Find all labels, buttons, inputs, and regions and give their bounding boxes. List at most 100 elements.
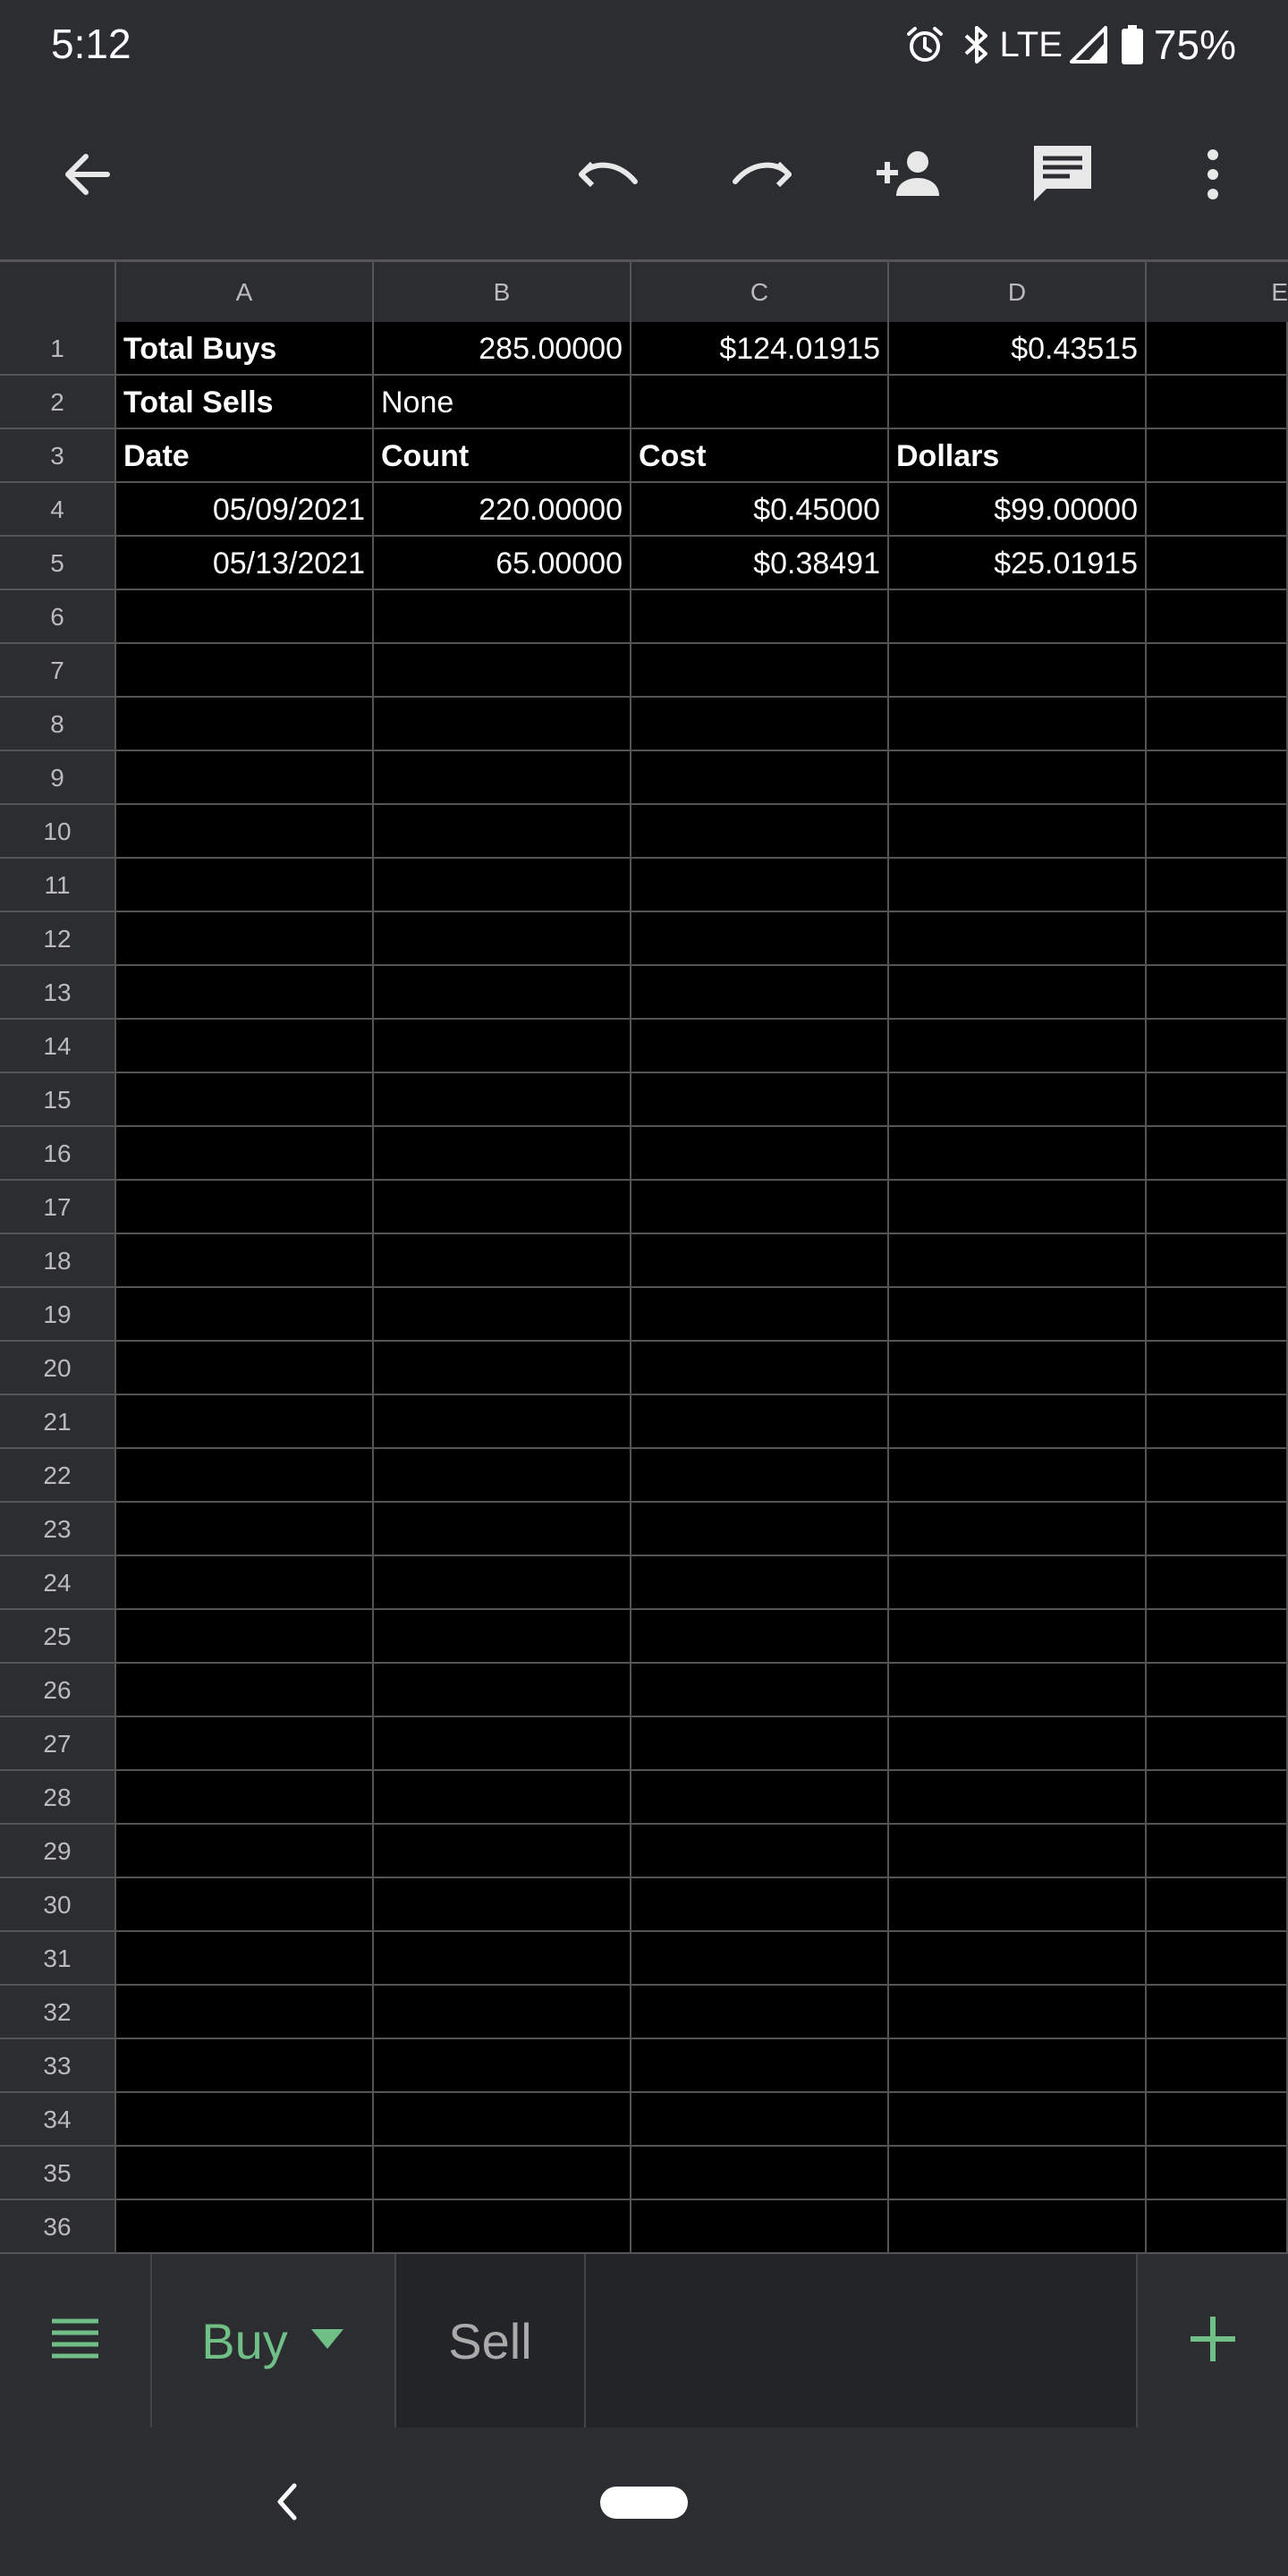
cell[interactable] <box>631 1449 889 1503</box>
cell[interactable] <box>374 1932 631 1986</box>
row-header[interactable]: 3 <box>0 429 116 483</box>
cell-c5[interactable]: $0.38491 <box>631 537 889 590</box>
cell-c2[interactable] <box>631 376 889 429</box>
sheet-tab-sell[interactable]: Sell <box>396 2254 586 2428</box>
cell[interactable] <box>116 912 374 966</box>
cell[interactable] <box>116 805 374 859</box>
undo-icon[interactable] <box>565 130 655 219</box>
cell[interactable] <box>889 1503 1147 1556</box>
cell[interactable] <box>374 698 631 751</box>
cell[interactable] <box>631 1825 889 1878</box>
cell[interactable] <box>374 1825 631 1878</box>
cell[interactable] <box>631 1073 889 1127</box>
cell[interactable] <box>631 1717 889 1771</box>
cell[interactable] <box>116 1878 374 1932</box>
cell-b4[interactable]: 220.00000 <box>374 483 631 537</box>
cell[interactable] <box>116 1771 374 1825</box>
row-header[interactable]: 32 <box>0 1986 116 2039</box>
add-sheet-button[interactable] <box>1138 2254 1288 2428</box>
row-header[interactable]: 26 <box>0 1664 116 1717</box>
cell[interactable] <box>1147 805 1288 859</box>
row-header[interactable]: 1 <box>0 322 116 376</box>
row-header[interactable]: 19 <box>0 1288 116 1342</box>
cell[interactable] <box>889 1181 1147 1234</box>
cell-c4[interactable]: $0.45000 <box>631 483 889 537</box>
cell[interactable] <box>374 1234 631 1288</box>
cell[interactable] <box>889 1771 1147 1825</box>
row-header[interactable]: 13 <box>0 966 116 1020</box>
cell[interactable] <box>1147 2039 1288 2093</box>
cell[interactable] <box>1147 1664 1288 1717</box>
column-header-b[interactable]: B <box>374 262 631 322</box>
cell[interactable] <box>889 1449 1147 1503</box>
cell[interactable] <box>1147 859 1288 912</box>
cell[interactable] <box>116 1127 374 1181</box>
cell[interactable] <box>374 2039 631 2093</box>
cell-b3[interactable]: Count <box>374 429 631 483</box>
add-person-icon[interactable] <box>866 130 955 219</box>
cell[interactable] <box>374 1771 631 1825</box>
cell[interactable] <box>374 1610 631 1664</box>
cell-e3[interactable] <box>1147 429 1288 483</box>
dropdown-arrow-icon[interactable] <box>309 2327 345 2355</box>
cell[interactable] <box>116 1234 374 1288</box>
column-header-d[interactable]: D <box>889 262 1147 322</box>
cell[interactable] <box>631 2147 889 2200</box>
redo-icon[interactable] <box>716 130 805 219</box>
row-header[interactable]: 35 <box>0 2147 116 2200</box>
cell[interactable] <box>116 1503 374 1556</box>
cell[interactable] <box>1147 1986 1288 2039</box>
cell-a1[interactable]: Total Buys <box>116 322 374 376</box>
cell[interactable] <box>889 859 1147 912</box>
cell-e5[interactable] <box>1147 537 1288 590</box>
row-header[interactable]: 8 <box>0 698 116 751</box>
cell-b2[interactable]: None <box>374 376 631 429</box>
cell-c1[interactable]: $124.01915 <box>631 322 889 376</box>
cell[interactable] <box>631 1932 889 1986</box>
cell[interactable] <box>631 966 889 1020</box>
cell[interactable] <box>374 590 631 644</box>
cell[interactable] <box>374 966 631 1020</box>
cell[interactable] <box>889 1664 1147 1717</box>
cell[interactable] <box>889 2093 1147 2147</box>
cell[interactable] <box>631 1127 889 1181</box>
cell[interactable] <box>631 751 889 805</box>
cell[interactable] <box>374 751 631 805</box>
row-header[interactable]: 34 <box>0 2093 116 2147</box>
cell[interactable] <box>374 1395 631 1449</box>
cell[interactable] <box>631 1395 889 1449</box>
cell[interactable] <box>116 1986 374 2039</box>
cell[interactable] <box>631 1878 889 1932</box>
cell[interactable] <box>116 644 374 698</box>
cell[interactable] <box>889 1932 1147 1986</box>
cell[interactable] <box>116 859 374 912</box>
row-header[interactable]: 22 <box>0 1449 116 1503</box>
cell[interactable] <box>1147 1020 1288 1073</box>
cell[interactable] <box>1147 2093 1288 2147</box>
cell[interactable] <box>1147 1503 1288 1556</box>
cell[interactable] <box>889 1825 1147 1878</box>
cell[interactable] <box>889 805 1147 859</box>
cell[interactable] <box>889 1395 1147 1449</box>
cell[interactable] <box>1147 1449 1288 1503</box>
cell[interactable] <box>889 2039 1147 2093</box>
cell[interactable] <box>889 590 1147 644</box>
cell[interactable] <box>889 644 1147 698</box>
cell[interactable] <box>1147 1288 1288 1342</box>
cell[interactable] <box>631 1610 889 1664</box>
cell-b1[interactable]: 285.00000 <box>374 322 631 376</box>
cell-e4[interactable] <box>1147 483 1288 537</box>
row-header[interactable]: 27 <box>0 1717 116 1771</box>
cell[interactable] <box>374 1073 631 1127</box>
cell[interactable] <box>631 859 889 912</box>
cell-d2[interactable] <box>889 376 1147 429</box>
cell[interactable] <box>889 966 1147 1020</box>
cell[interactable] <box>374 1020 631 1073</box>
cell[interactable] <box>116 1288 374 1342</box>
row-header[interactable]: 16 <box>0 1127 116 1181</box>
cell[interactable] <box>1147 1127 1288 1181</box>
cell[interactable] <box>631 590 889 644</box>
cell[interactable] <box>116 751 374 805</box>
column-header-a[interactable]: A <box>116 262 374 322</box>
row-header[interactable]: 14 <box>0 1020 116 1073</box>
